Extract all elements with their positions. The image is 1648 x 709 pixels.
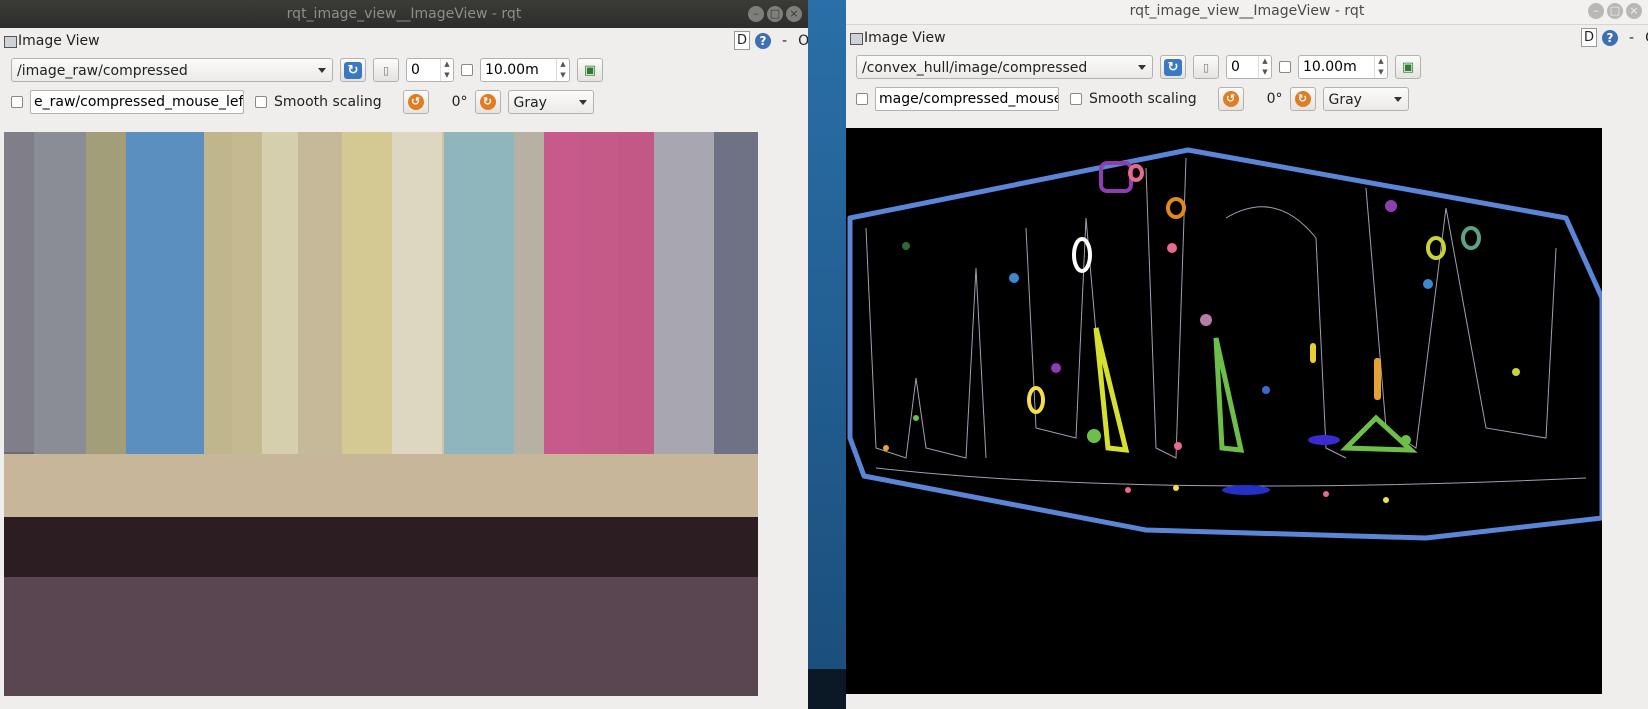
maximize-button[interactable]: □ — [767, 6, 783, 22]
toolbar-row-1: /image_raw/compressed ↻ ▯ 0 ▲ ▼ 10.00m ▲ ▼ ▣ — [11, 58, 603, 82]
save-image-button[interactable]: ▣ — [577, 58, 603, 82]
dock-widget-icon — [850, 33, 863, 45]
rotate-right-button[interactable]: ↻ — [1289, 87, 1316, 111]
window-title: rqt_image_view__ImageView - rqt — [286, 6, 522, 22]
desktop-city-silhouette — [808, 669, 846, 709]
rotate-left-icon: ↺ — [407, 94, 424, 110]
mouse-topic-input[interactable]: mage/compressed_mouse_left — [875, 87, 1059, 111]
num-gridlines-spinbox[interactable]: 0 ▲ ▼ — [1226, 55, 1272, 79]
spinbox-arrows-icon[interactable]: ▲ ▼ — [1374, 56, 1387, 78]
refresh-icon: ↻ — [1164, 58, 1182, 76]
chevron-down-icon — [578, 100, 587, 105]
convex-hull-image-view[interactable] — [846, 128, 1602, 694]
minimize-button[interactable]: – — [748, 6, 764, 22]
color-scheme-select[interactable]: Gray — [507, 90, 594, 114]
dock-minimize-button[interactable]: - — [1629, 30, 1634, 46]
mouse-publish-checkbox[interactable] — [856, 93, 868, 105]
smooth-scaling-label: Smooth scaling — [1089, 91, 1197, 107]
dock-controls: D ? - O — [1581, 28, 1648, 47]
pause-button[interactable]: ▯ — [1193, 55, 1219, 79]
pause-icon: ▯ — [382, 63, 390, 77]
window-titlebar[interactable]: rqt_image_view__ImageView - rqt – □ × — [0, 0, 808, 28]
window-controls: – □ × — [1588, 3, 1642, 19]
save-image-icon: ▣ — [583, 62, 597, 78]
dock-title: Image View — [18, 33, 100, 49]
dock-header: Image View D ? - O — [0, 28, 808, 54]
bookshelf-photo — [4, 132, 758, 696]
rqt-window-left: rqt_image_view__ImageView - rqt – □ × Im… — [0, 0, 808, 709]
dock-close-button[interactable]: O — [798, 33, 808, 49]
rotate-right-icon: ↻ — [1294, 91, 1311, 107]
smooth-scaling-label: Smooth scaling — [274, 94, 382, 110]
toolbar-row-2: e_raw/compressed_mouse_left Smooth scali… — [11, 90, 594, 114]
convex-hull-image — [846, 128, 1602, 694]
toolbar-row-2: mage/compressed_mouse_left Smooth scalin… — [856, 87, 1409, 111]
spinbox-arrows-icon[interactable]: ▲ ▼ — [1258, 56, 1271, 78]
dock-title: Image View — [864, 30, 946, 46]
dock-controls: D ? - O — [734, 31, 808, 50]
smooth-scaling-checkbox[interactable] — [255, 96, 267, 108]
topic-select-value: /convex_hull/image/compressed — [862, 60, 1088, 76]
max-range-value: 10.00m — [485, 62, 539, 78]
dock-d-button[interactable]: D — [1581, 28, 1598, 47]
maximize-button[interactable]: □ — [1607, 3, 1623, 19]
mouse-topic-input[interactable]: e_raw/compressed_mouse_left — [30, 90, 244, 114]
rotation-label: 0° — [1266, 91, 1283, 107]
camera-image-view[interactable] — [4, 132, 758, 696]
topic-select-value: /image_raw/compressed — [17, 63, 188, 79]
max-range-spinbox[interactable]: 10.00m ▲ ▼ — [480, 58, 570, 82]
rotate-right-button[interactable]: ↻ — [474, 90, 501, 114]
chevron-down-icon — [1138, 65, 1146, 70]
rotate-left-icon: ↺ — [1222, 91, 1239, 107]
max-range-checkbox[interactable] — [461, 64, 473, 76]
close-button[interactable]: × — [1626, 3, 1642, 19]
chevron-down-icon — [1393, 97, 1402, 102]
rotate-right-icon: ↻ — [479, 94, 496, 110]
toolbar-row-1: /convex_hull/image/compressed ↻ ▯ 0 ▲ ▼ 10… — [856, 55, 1421, 79]
mouse-publish-checkbox[interactable] — [11, 96, 23, 108]
save-image-button[interactable]: ▣ — [1395, 55, 1421, 79]
dock-minimize-button[interactable]: - — [782, 33, 787, 49]
num-gridlines-spinbox[interactable]: 0 ▲ ▼ — [406, 58, 454, 82]
rotation-label: 0° — [451, 94, 468, 110]
help-icon[interactable]: ? — [1602, 29, 1619, 46]
refresh-button[interactable]: ↻ — [1160, 55, 1186, 79]
chevron-down-icon — [318, 68, 326, 73]
max-range-checkbox[interactable] — [1279, 61, 1291, 73]
topic-select[interactable]: /convex_hull/image/compressed — [856, 55, 1153, 79]
window-title: rqt_image_view__ImageView - rqt — [1129, 3, 1365, 19]
color-scheme-value: Gray — [1328, 92, 1362, 108]
close-button[interactable]: × — [786, 6, 802, 22]
pause-icon: ▯ — [1202, 60, 1210, 74]
spinbox-value: 0 — [1231, 59, 1240, 75]
refresh-button[interactable]: ↻ — [340, 58, 366, 82]
spinbox-value: 0 — [411, 62, 420, 78]
smooth-scaling-checkbox[interactable] — [1070, 93, 1082, 105]
minimize-button[interactable]: – — [1588, 3, 1604, 19]
spinbox-arrows-icon[interactable]: ▲ ▼ — [440, 59, 453, 81]
dock-header: Image View D ? - O — [846, 25, 1648, 51]
max-range-value: 10.00m — [1303, 59, 1357, 75]
topic-select[interactable]: /image_raw/compressed — [11, 58, 333, 82]
dock-d-button[interactable]: D — [734, 31, 751, 50]
window-titlebar[interactable]: rqt_image_view__ImageView - rqt – □ × — [846, 0, 1648, 25]
refresh-icon: ↻ — [344, 61, 362, 79]
rotate-left-button[interactable]: ↺ — [1217, 87, 1244, 111]
save-image-icon: ▣ — [1401, 59, 1415, 75]
rotate-left-button[interactable]: ↺ — [402, 90, 429, 114]
desktop-background — [808, 0, 846, 709]
pause-button[interactable]: ▯ — [373, 58, 399, 82]
rqt-window-right: rqt_image_view__ImageView - rqt – □ × Im… — [846, 0, 1648, 709]
dock-widget-icon — [4, 36, 17, 48]
window-controls: – □ × — [748, 6, 802, 22]
spinbox-arrows-icon[interactable]: ▲ ▼ — [556, 59, 569, 81]
color-scheme-value: Gray — [513, 95, 547, 111]
help-icon[interactable]: ? — [755, 32, 772, 49]
max-range-spinbox[interactable]: 10.00m ▲ ▼ — [1298, 55, 1388, 79]
color-scheme-select[interactable]: Gray — [1322, 87, 1409, 111]
